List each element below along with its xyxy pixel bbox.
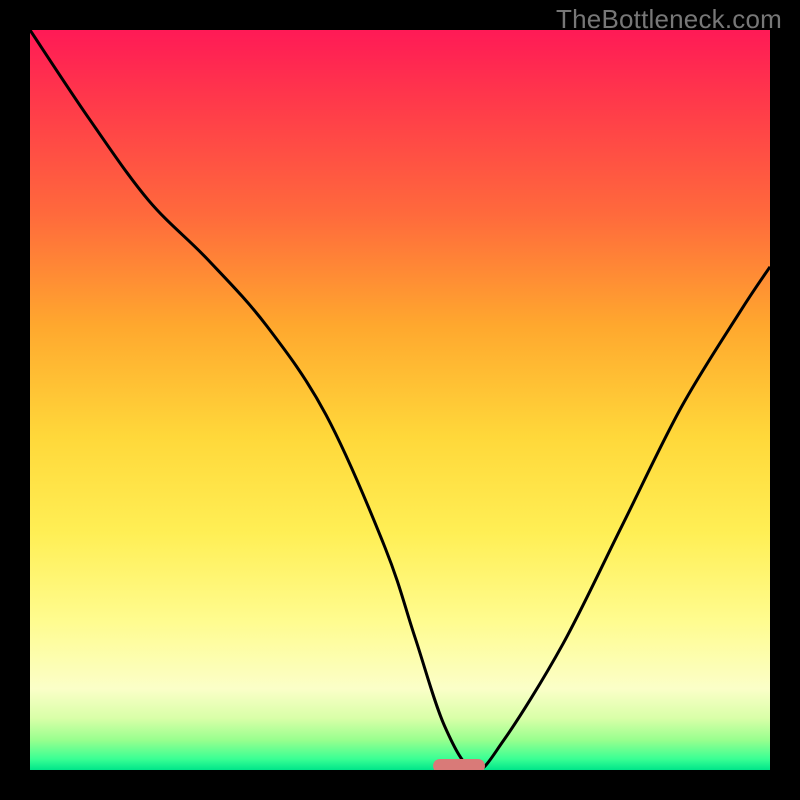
watermark-text: TheBottleneck.com: [556, 4, 782, 35]
chart-frame: TheBottleneck.com: [0, 0, 800, 800]
curve-svg: [30, 30, 770, 770]
bottleneck-curve: [30, 30, 770, 770]
plot-area: [30, 30, 770, 770]
optimum-marker: [433, 759, 485, 770]
